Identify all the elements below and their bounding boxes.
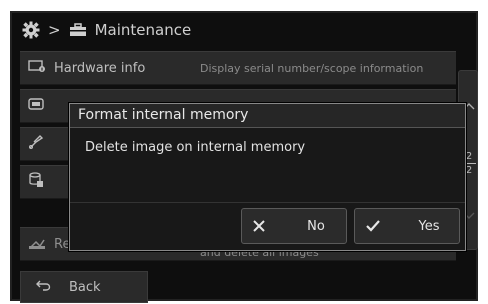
yes-label: Yes: [418, 218, 440, 234]
dialog-divider: [70, 202, 465, 203]
toolbox-icon: [69, 23, 87, 37]
format-memory-dialog: Format internal memory Delete image on i…: [69, 103, 466, 251]
yes-button[interactable]: Yes: [354, 208, 460, 244]
memory-card-icon: [28, 98, 44, 114]
page-title: Maintenance: [94, 21, 192, 39]
breadcrumb-separator: >: [48, 21, 61, 39]
back-label: Back: [69, 279, 101, 295]
close-icon: [253, 220, 265, 232]
no-button[interactable]: No: [241, 208, 347, 244]
hardware-info-item[interactable]: Hardware info Display serial number/scop…: [20, 51, 456, 85]
hardware-info-icon: [28, 60, 46, 76]
hardware-info-description: Display serial number/scope information: [200, 61, 424, 75]
hardware-info-label: Hardware info: [54, 60, 146, 76]
database-icon: [28, 172, 44, 192]
dialog-message: Delete image on internal memory: [85, 140, 306, 155]
back-arrow-icon: [35, 279, 51, 295]
reset-icon: [28, 234, 46, 254]
no-label: No: [307, 218, 325, 234]
breadcrumb: > Maintenance: [12, 13, 476, 47]
checkmark-icon: [366, 220, 380, 232]
gear-icon[interactable]: [22, 21, 40, 39]
screen-frame: > Maintenance Hardware info Display seri…: [10, 11, 478, 303]
dialog-title: Format internal memory: [70, 104, 465, 128]
back-button[interactable]: Back: [20, 271, 148, 303]
scope-icon: [28, 134, 44, 154]
